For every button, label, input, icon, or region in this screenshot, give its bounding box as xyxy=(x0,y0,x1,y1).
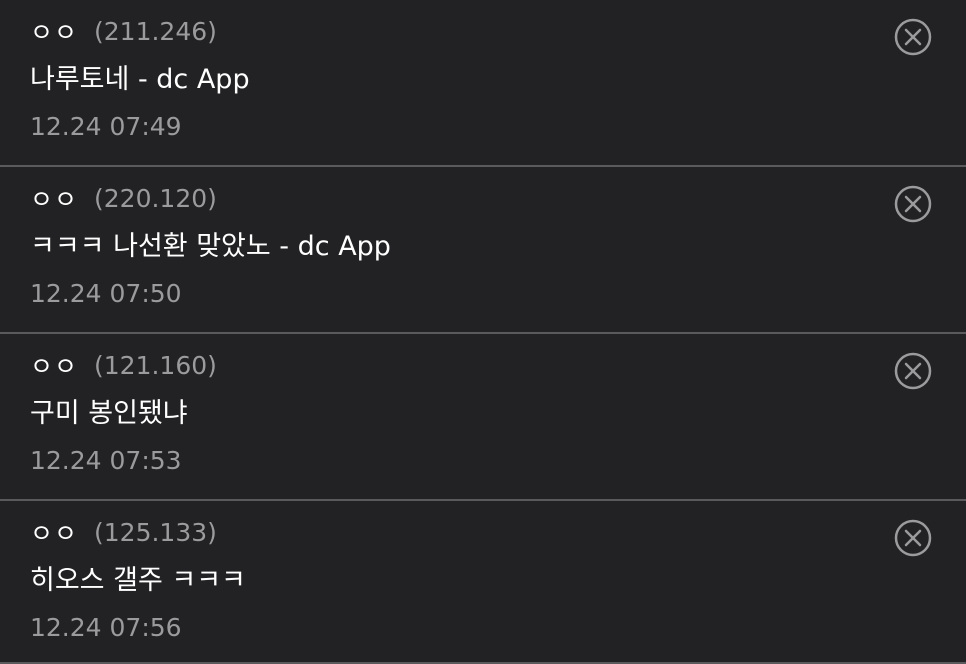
author-line: ㅇㅇ (220.120) xyxy=(30,180,217,216)
author-ip: (211.246) xyxy=(94,16,217,46)
comment-text: 히오스 갤주 ㅋㅋㅋ xyxy=(30,565,246,596)
comment-list: ㅇㅇ (211.246) 나루토네 - dc App 12.24 07:49 ㅇ… xyxy=(0,0,966,664)
comment-item: ㅇㅇ (211.246) 나루토네 - dc App 12.24 07:49 xyxy=(0,0,966,167)
author-ip: (220.120) xyxy=(94,183,217,213)
author-nickname: ㅇㅇ xyxy=(30,185,79,214)
comment-timestamp: 12.24 07:49 xyxy=(30,112,182,141)
author-nickname: ㅇㅇ xyxy=(30,519,79,548)
comment-item: ㅇㅇ (121.160) 구미 봉인됐냐 12.24 07:53 xyxy=(0,334,966,501)
comment-text: 구미 봉인됐냐 xyxy=(30,398,188,429)
comment-timestamp: 12.24 07:50 xyxy=(30,279,182,308)
delete-comment-button[interactable] xyxy=(893,518,933,558)
comment-text: 나루토네 - dc App xyxy=(30,64,250,95)
comment-text: ㅋㅋㅋ 나선환 맞았노 - dc App xyxy=(30,231,391,262)
author-nickname: ㅇㅇ xyxy=(30,352,79,381)
author-line: ㅇㅇ (125.133) xyxy=(30,514,217,550)
author-line: ㅇㅇ (211.246) xyxy=(30,13,217,49)
close-circle-icon xyxy=(894,519,932,557)
author-nickname: ㅇㅇ xyxy=(30,18,79,47)
close-circle-icon xyxy=(894,352,932,390)
comment-timestamp: 12.24 07:56 xyxy=(30,613,182,642)
author-line: ㅇㅇ (121.160) xyxy=(30,347,217,383)
close-circle-icon xyxy=(894,185,932,223)
comment-timestamp: 12.24 07:53 xyxy=(30,446,182,475)
delete-comment-button[interactable] xyxy=(893,351,933,391)
close-circle-icon xyxy=(894,18,932,56)
delete-comment-button[interactable] xyxy=(893,184,933,224)
author-ip: (125.133) xyxy=(94,517,217,547)
delete-comment-button[interactable] xyxy=(893,17,933,57)
comment-item: ㅇㅇ (220.120) ㅋㅋㅋ 나선환 맞았노 - dc App 12.24 … xyxy=(0,167,966,334)
comment-item: ㅇㅇ (125.133) 히오스 갤주 ㅋㅋㅋ 12.24 07:56 xyxy=(0,501,966,664)
author-ip: (121.160) xyxy=(94,350,217,380)
